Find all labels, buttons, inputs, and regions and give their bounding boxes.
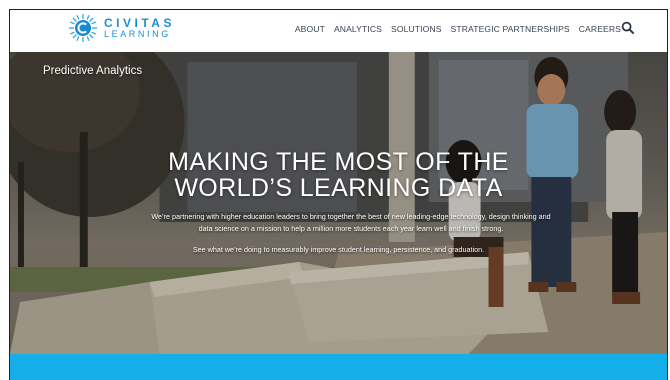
- hero-headline-line1: MAKING THE MOST OF THE: [168, 148, 509, 176]
- logo-wordmark: CIVITAS: [104, 16, 175, 30]
- hero-banner: Predictive Analytics MAKING THE MOST OF …: [10, 52, 667, 354]
- hero-tag: Predictive Analytics: [43, 65, 143, 77]
- nav-analytics[interactable]: ANALYTICS: [334, 24, 382, 34]
- nav-strategic-partnerships[interactable]: STRATEGIC PARTNERSHIPS: [451, 24, 570, 34]
- nav-about[interactable]: ABOUT: [295, 24, 325, 34]
- search-icon[interactable]: [621, 21, 635, 35]
- hero-headline: MAKING THE MOST OF THE WORLD’S LEARNING …: [10, 149, 667, 201]
- logo-sunburst-icon: [69, 14, 97, 42]
- hero-description-line2: data science on a mission to help a mill…: [198, 223, 504, 233]
- hero-cta-text[interactable]: See what we’re doing to measurably impro…: [10, 245, 667, 254]
- main-nav: ABOUT ANALYTICS SOLUTIONS STRATEGIC PART…: [295, 24, 621, 34]
- nav-solutions[interactable]: SOLUTIONS: [391, 24, 442, 34]
- hero-headline-line2: WORLD’S LEARNING DATA: [174, 174, 503, 202]
- site-header: CIVITAS LEARNING ABOUT ANALYTICS SOLUTIO…: [10, 10, 667, 52]
- hero-background-photo: [10, 52, 667, 354]
- blue-section-band: [10, 354, 667, 380]
- hero-description-line1: We’re partnering with higher education l…: [151, 212, 551, 221]
- logo-subwordmark: LEARNING: [104, 29, 171, 39]
- civitas-logo[interactable]: CIVITAS LEARNING: [68, 13, 175, 43]
- nav-careers[interactable]: CAREERS: [579, 24, 621, 34]
- hero-description: We’re partnering with higher education l…: [115, 211, 587, 234]
- browser-frame: CIVITAS LEARNING ABOUT ANALYTICS SOLUTIO…: [9, 9, 668, 380]
